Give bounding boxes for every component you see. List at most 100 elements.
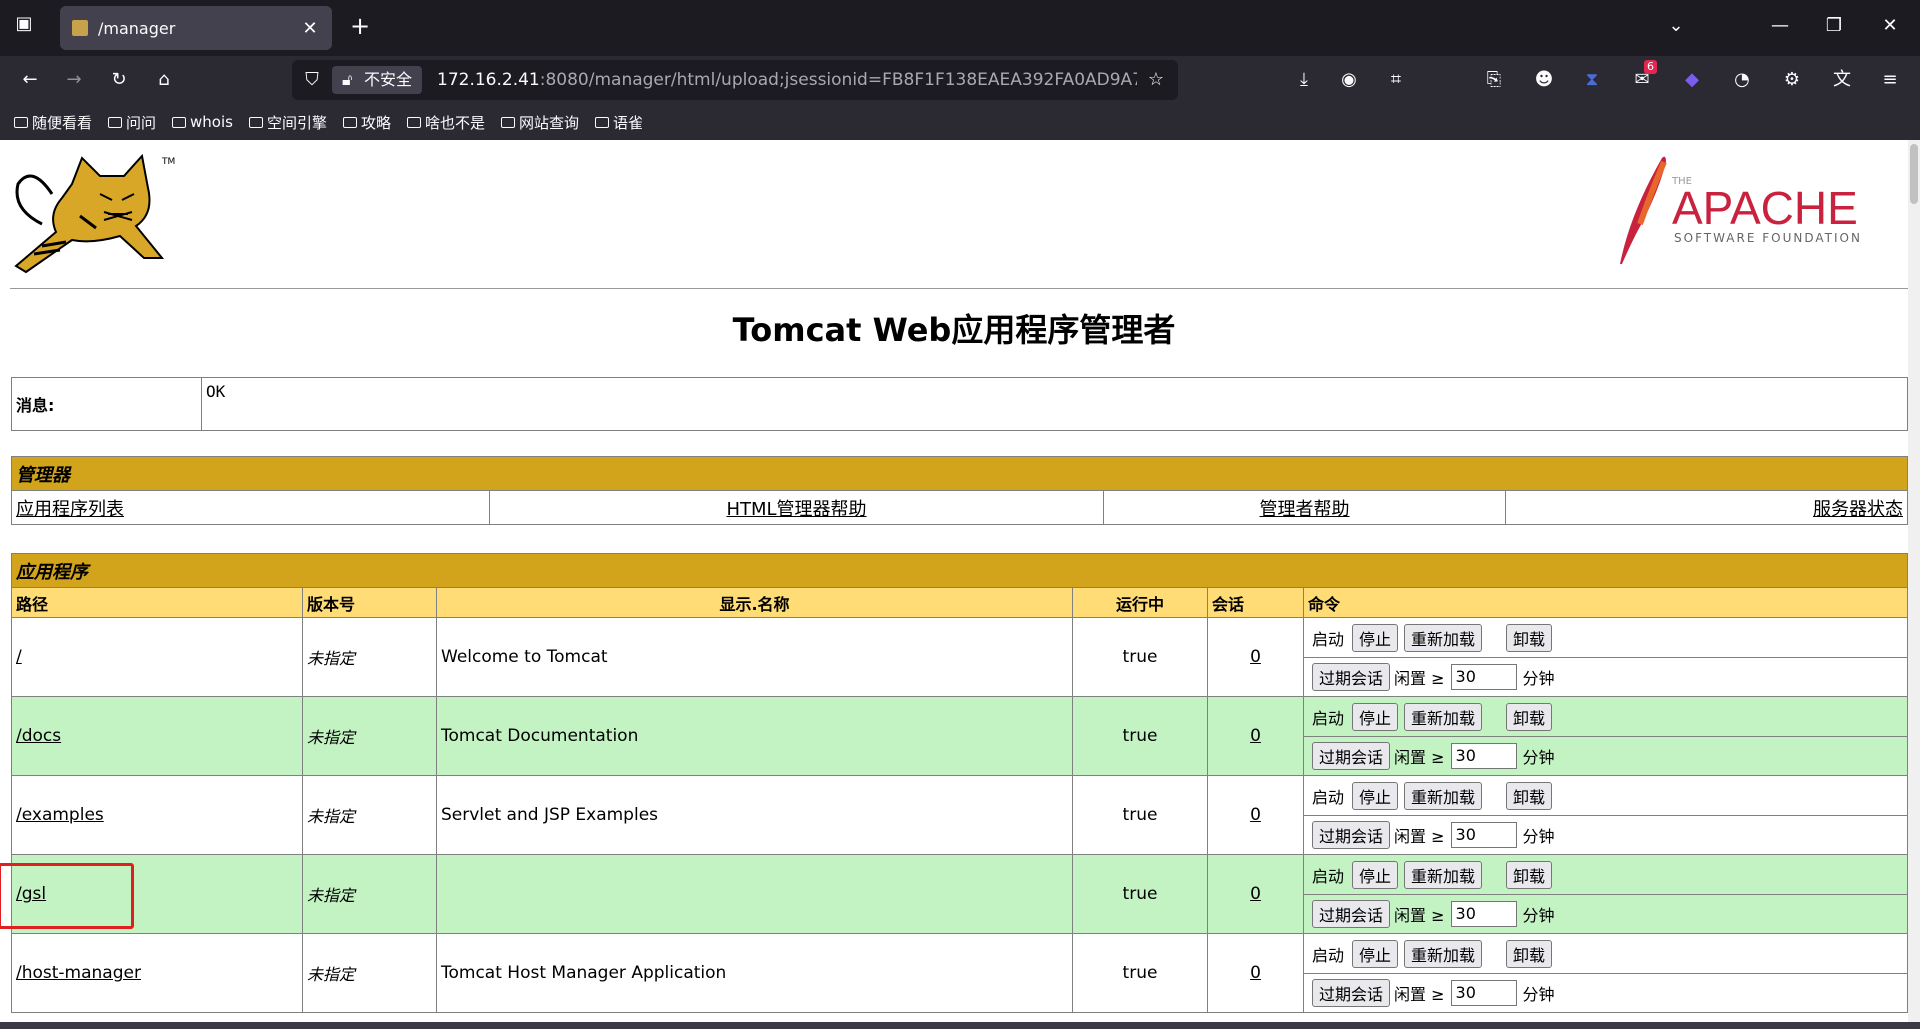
- tm-mark: TM: [161, 157, 175, 167]
- extension-avatar-icon[interactable]: ☻: [1530, 68, 1558, 92]
- app-path-link[interactable]: /: [16, 647, 22, 667]
- folder-icon: [501, 116, 516, 128]
- tomcat-logo[interactable]: TM: [12, 154, 182, 284]
- apache-logo[interactable]: THE APACHE SOFTWARE FOUNDATION: [1600, 154, 1880, 264]
- reload-button[interactable]: 重新加载: [1404, 702, 1483, 731]
- extension-icon[interactable]: ⎘: [1480, 68, 1508, 92]
- close-tab-icon[interactable]: ✕: [300, 18, 320, 39]
- command-line: 启动 停止 重新加载 卸载: [1304, 618, 1907, 657]
- link-html-manager-help[interactable]: HTML管理器帮助: [726, 499, 866, 520]
- column-header-version: 版本号: [302, 587, 437, 618]
- reload-button[interactable]: 重新加载: [1404, 781, 1483, 810]
- home-icon[interactable]: ⌂: [150, 68, 178, 92]
- tab-list-icon[interactable]: ▣: [10, 12, 38, 36]
- new-tab-icon[interactable]: +: [346, 14, 374, 38]
- address-bar[interactable]: ⛉ 🔓︎ 不安全 172.16.2.41:8080/manager/html/u…: [292, 60, 1178, 100]
- undeploy-button[interactable]: 卸载: [1506, 781, 1553, 810]
- bookmark-folder[interactable]: 问问: [108, 112, 156, 133]
- path-cell: /docs: [11, 696, 303, 776]
- app-path-link[interactable]: /examples: [16, 805, 104, 825]
- extension-tools-icon[interactable]: ⚙: [1778, 68, 1806, 92]
- stop-button[interactable]: 停止: [1352, 939, 1399, 968]
- link-app-list[interactable]: 应用程序列表: [16, 499, 124, 520]
- bookmark-folder[interactable]: 空间引擎: [248, 112, 327, 133]
- start-label: 启动: [1312, 629, 1345, 649]
- forward-icon[interactable]: →: [60, 68, 88, 92]
- bookmark-folder[interactable]: whois: [172, 113, 233, 131]
- extension-hourglass-icon[interactable]: ⧗: [1578, 68, 1606, 92]
- stop-button[interactable]: 停止: [1352, 623, 1399, 652]
- bookmark-folder[interactable]: 啥也不是: [407, 112, 485, 133]
- undeploy-button[interactable]: 卸载: [1506, 623, 1553, 652]
- folder-icon: [14, 116, 28, 128]
- sessions-link[interactable]: 0: [1250, 647, 1261, 667]
- idle-minutes-input[interactable]: 30: [1450, 980, 1517, 1006]
- scrollbar-thumb[interactable]: [1910, 144, 1918, 204]
- chevron-down-icon[interactable]: ⌄: [1662, 14, 1690, 38]
- bookmarks-bar: 随便看看 问问 whois 空间引擎 攻略 啥也不是 网站查询 语雀: [0, 104, 1920, 140]
- expire-sessions-button[interactable]: 过期会话: [1312, 742, 1391, 770]
- start-label: 启动: [1312, 708, 1345, 728]
- idle-minutes-input[interactable]: 30: [1450, 822, 1517, 848]
- not-secure-badge[interactable]: 🔓︎ 不安全: [332, 66, 423, 94]
- path-cell: /examples: [11, 775, 303, 855]
- manager-section-header: 管理器: [11, 456, 1908, 491]
- idle-minutes-input[interactable]: 30: [1450, 664, 1517, 690]
- bookmark-label: 啥也不是: [425, 113, 486, 132]
- back-icon[interactable]: ←: [16, 68, 44, 92]
- idle-minutes-input[interactable]: 30: [1450, 901, 1517, 927]
- restore-icon[interactable]: ❐: [1820, 14, 1848, 38]
- minutes-label: 分钟: [1522, 827, 1555, 846]
- sessions-link[interactable]: 0: [1250, 884, 1261, 904]
- vertical-scrollbar[interactable]: [1908, 140, 1920, 1029]
- link-manager-help[interactable]: 管理者帮助: [1260, 499, 1350, 520]
- expire-sessions-button[interactable]: 过期会话: [1312, 900, 1391, 928]
- command-line: 启动 停止 重新加载 卸载: [1304, 776, 1907, 815]
- sessions-link[interactable]: 0: [1250, 963, 1261, 983]
- idle-minutes-input[interactable]: 30: [1450, 743, 1517, 769]
- download-icon[interactable]: ⤓: [1290, 68, 1318, 92]
- minimize-icon[interactable]: —: [1766, 14, 1794, 38]
- bookmark-folder[interactable]: 随便看看: [14, 112, 92, 133]
- extension-diamond-icon[interactable]: ◆: [1678, 68, 1706, 92]
- reload-icon[interactable]: ↻: [105, 68, 133, 92]
- bookmark-folder[interactable]: 语雀: [595, 112, 643, 133]
- stop-button[interactable]: 停止: [1352, 702, 1399, 731]
- expire-sessions-button[interactable]: 过期会话: [1312, 821, 1391, 849]
- link-server-status[interactable]: 服务器状态: [1813, 499, 1903, 520]
- bookmark-folder[interactable]: 网站查询: [501, 112, 579, 133]
- table-row: /docs 未指定 Tomcat Documentation true 0 启动 停止 重新加…: [11, 696, 1908, 776]
- reload-button[interactable]: 重新加载: [1404, 623, 1483, 652]
- shield-icon[interactable]: ⛉: [298, 68, 326, 92]
- reload-button[interactable]: 重新加载: [1404, 860, 1483, 889]
- path-cell: /host-manager: [11, 933, 303, 1013]
- page-title: Tomcat Web应用程序管理者: [732, 311, 1176, 349]
- column-header-running: 运行中: [1072, 587, 1208, 618]
- crop-icon[interactable]: ⌗: [1382, 68, 1410, 92]
- stop-button[interactable]: 停止: [1352, 860, 1399, 889]
- table-row: /gsl 未指定 true 0 启动 停止 重新加载 卸载 过期会话 闲置 ≥30 分钟: [11, 854, 1908, 934]
- commands-cell: 启动 停止 重新加载 卸载 过期会话 闲置 ≥ 30 分钟: [1303, 933, 1908, 1013]
- sessions-link[interactable]: 0: [1250, 805, 1261, 825]
- undeploy-button[interactable]: 卸载: [1506, 702, 1553, 731]
- extension-mail-icon[interactable]: ✉ 6: [1628, 60, 1657, 92]
- stop-button[interactable]: 停止: [1352, 781, 1399, 810]
- close-window-icon[interactable]: ✕: [1876, 14, 1904, 38]
- account-icon[interactable]: ◉: [1335, 68, 1363, 92]
- undeploy-button[interactable]: 卸载: [1506, 939, 1553, 968]
- expire-sessions-button[interactable]: 过期会话: [1312, 979, 1391, 1007]
- sessions-link[interactable]: 0: [1250, 726, 1261, 746]
- tab-manager[interactable]: /manager ✕: [60, 6, 332, 50]
- not-secure-label: 不安全: [364, 70, 413, 89]
- expire-sessions-button[interactable]: 过期会话: [1312, 663, 1391, 691]
- menu-icon[interactable]: ≡: [1876, 68, 1904, 92]
- undeploy-button[interactable]: 卸载: [1506, 860, 1553, 889]
- bookmark-star-icon[interactable]: ☆: [1142, 68, 1170, 92]
- reload-button[interactable]: 重新加载: [1404, 939, 1483, 968]
- bookmark-folder[interactable]: 攻略: [342, 112, 391, 133]
- cookie-icon[interactable]: ◔: [1728, 68, 1756, 92]
- app-path-link[interactable]: /docs: [16, 726, 61, 746]
- translate-icon[interactable]: 文: [1828, 68, 1856, 92]
- app-path-link[interactable]: /host-manager: [16, 963, 141, 983]
- url-text[interactable]: 172.16.2.41:8080/manager/html/upload;jse…: [437, 60, 1137, 100]
